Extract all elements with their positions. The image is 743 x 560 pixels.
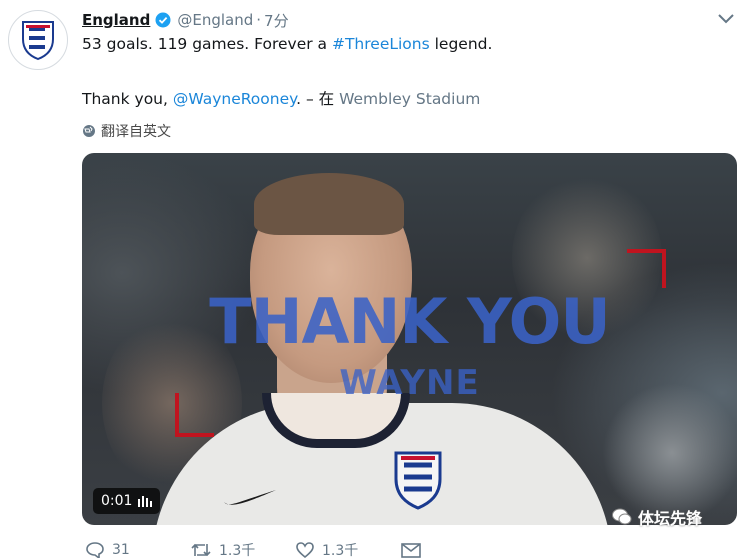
retweet-count: 1.3千 [219, 543, 256, 559]
translate-label: 翻译自英文 [101, 124, 171, 140]
location-prefix: . – 在 [296, 90, 340, 108]
watermark-text: 体坛先锋 [638, 509, 703, 528]
retweet-button[interactable]: 1.3千 [191, 540, 296, 560]
wechat-watermark: 体坛先锋 [612, 505, 702, 529]
mention-link[interactable]: @WayneRooney [173, 90, 296, 108]
chevron-down-icon[interactable] [717, 12, 735, 26]
crowd-blur [602, 383, 737, 523]
frame-corner-top-right [627, 249, 666, 288]
translate-link[interactable]: 翻译自英文 [82, 121, 171, 141]
tweet-header: England @England · 7分 [82, 9, 289, 31]
message-button[interactable] [401, 540, 506, 560]
hashtag-link[interactable]: #ThreeLions [332, 35, 430, 53]
globe-icon [83, 125, 95, 137]
tweet-text: 53 goals. 119 games. Forever a [82, 35, 332, 53]
verified-badge-icon [155, 12, 171, 28]
wechat-icon [612, 508, 632, 525]
three-lions-crest-icon [22, 21, 54, 61]
header-separator: · [256, 11, 262, 29]
author-handle[interactable]: @England [177, 11, 253, 29]
video-overlay-title: THANK YOU [209, 285, 610, 358]
envelope-icon [401, 542, 421, 558]
like-button[interactable]: 1.3千 [296, 540, 401, 560]
location-link[interactable]: Wembley Stadium [339, 90, 480, 108]
tweet-text-line-1: 53 goals. 119 games. Forever a #ThreeLio… [82, 35, 492, 53]
video-player[interactable]: THANK YOU WAYNE 0:01 [82, 153, 737, 525]
like-count: 1.3千 [322, 543, 359, 559]
volume-bars-icon [138, 496, 153, 507]
tweet-actions: 31 1.3千 1.3千 [86, 540, 506, 560]
player-hair [254, 173, 404, 235]
timestamp-label: 0:01 [101, 493, 133, 509]
nike-logo-icon [224, 490, 276, 505]
thanks-text: Thank you, [82, 90, 173, 108]
tweet-text-line-2: Thank you, @WayneRooney. – 在 Wembley Sta… [82, 87, 480, 109]
tweet-text-end: legend. [429, 35, 493, 53]
author-name[interactable]: England [82, 11, 150, 29]
tweet-time[interactable]: 7分 [264, 10, 289, 31]
video-overlay-subtitle: WAYNE [339, 363, 480, 403]
england-avatar[interactable] [8, 10, 68, 70]
video-timestamp: 0:01 [93, 488, 161, 514]
reply-button[interactable]: 31 [86, 540, 191, 560]
england-crest-icon [394, 451, 442, 510]
